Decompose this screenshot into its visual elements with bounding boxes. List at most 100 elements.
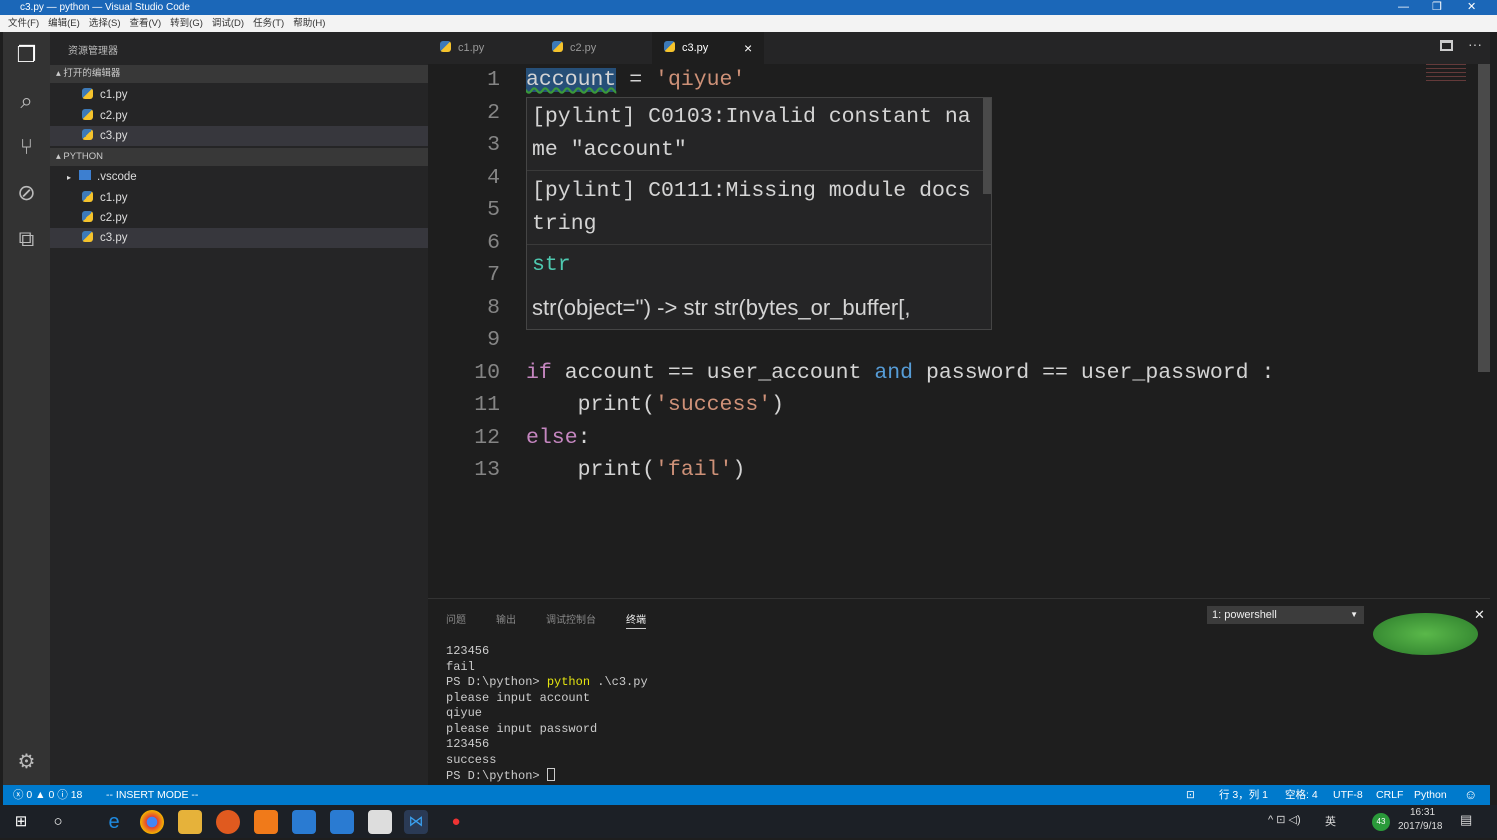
python-app-icon[interactable] bbox=[368, 810, 392, 834]
tab-output[interactable]: 输出 bbox=[496, 611, 516, 626]
menu-tasks[interactable]: 任务(T) bbox=[253, 18, 284, 29]
vscode-icon[interactable]: ⋈ bbox=[404, 810, 428, 834]
extensions-icon[interactable]: ⧉ bbox=[3, 219, 50, 259]
terminal-select[interactable]: 1: powershell ▼ bbox=[1207, 606, 1364, 624]
open-editor-c2[interactable]: c2.py bbox=[50, 106, 428, 126]
debug-icon[interactable]: ⊘ bbox=[3, 173, 50, 213]
file-c2[interactable]: c2.py bbox=[50, 208, 428, 228]
bottom-panel: 问题 输出 调试控制台 终端 123456 fail PS D:\python> p… bbox=[428, 598, 1490, 785]
tab-c3[interactable]: c3.py × bbox=[652, 32, 764, 64]
lint-message-1: [pylint] C0103:Invalid constant na bbox=[532, 105, 971, 129]
code-token: 'success' bbox=[655, 393, 772, 417]
chrome-icon[interactable] bbox=[140, 810, 164, 834]
terminal-line: please input password bbox=[446, 721, 598, 736]
code-token: ) bbox=[732, 458, 746, 482]
close-tab-icon[interactable]: × bbox=[744, 32, 752, 64]
folder-vscode[interactable]: ▸ .vscode bbox=[50, 167, 428, 187]
terminal-command: python bbox=[546, 675, 591, 689]
terminal-line: 123456 bbox=[446, 737, 490, 751]
hover-scrollbar[interactable] bbox=[983, 98, 991, 194]
menu-view[interactable]: 查看(V) bbox=[129, 18, 161, 29]
terminal-icon[interactable]: ⊡ bbox=[1186, 785, 1195, 805]
code-token: if bbox=[526, 360, 552, 385]
code-token: print( bbox=[526, 393, 656, 417]
code-line: if account == user_account and password … bbox=[526, 357, 1274, 389]
open-editors-header[interactable]: ▴ 打开的编辑器 bbox=[50, 65, 428, 83]
python-file-icon bbox=[440, 41, 451, 52]
search-icon[interactable]: ⌕ bbox=[3, 81, 50, 121]
window-app-icon[interactable] bbox=[292, 810, 316, 834]
line-ending[interactable]: CRLF bbox=[1376, 785, 1403, 805]
explorer-icon[interactable]: ❐ bbox=[3, 35, 50, 75]
ime-indicator[interactable]: 英 bbox=[1325, 813, 1336, 829]
close-window-button[interactable]: ✕ bbox=[1467, 0, 1476, 15]
problems-status[interactable]: ⓧ 0 ▲ 0 ⓘ 18 bbox=[13, 785, 82, 805]
status-bar: ⓧ 0 ▲ 0 ⓘ 18 -- INSERT MODE -- ⊡ 行 3，列 1… bbox=[3, 785, 1490, 805]
line-number: 9 bbox=[487, 328, 500, 352]
cursor-position[interactable]: 行 3，列 1 bbox=[1219, 785, 1268, 805]
code-token: print( bbox=[526, 458, 656, 482]
tab-c2[interactable]: c2.py bbox=[540, 32, 652, 64]
file-c1[interactable]: c1.py bbox=[50, 188, 428, 208]
code-token: and bbox=[874, 360, 914, 385]
python-file-icon bbox=[82, 129, 93, 140]
code-token: ) bbox=[771, 393, 785, 417]
terminal-select-value: 1: powershell bbox=[1212, 609, 1277, 621]
chevron-right-icon: ▸ bbox=[67, 173, 72, 182]
tray-chevron-icon[interactable]: ^ ⊡ ◁) bbox=[1268, 813, 1301, 826]
window-app-icon-2[interactable] bbox=[330, 810, 354, 834]
line-number: 11 bbox=[474, 393, 500, 417]
restore-button[interactable]: ❐ bbox=[1432, 0, 1442, 15]
edge-icon[interactable]: e bbox=[102, 810, 126, 834]
terminal-line: fail bbox=[446, 659, 475, 674]
security-badge[interactable]: 43 bbox=[1372, 813, 1390, 831]
line-number: 6 bbox=[487, 230, 500, 255]
menu-go[interactable]: 转到(G) bbox=[170, 18, 203, 29]
cortana-icon[interactable]: ○ bbox=[46, 810, 70, 834]
menu-help[interactable]: 帮助(H) bbox=[293, 18, 325, 29]
menu-selection[interactable]: 选择(S) bbox=[89, 18, 121, 29]
file-explorer-icon[interactable] bbox=[178, 810, 202, 834]
menu-edit[interactable]: 编辑(E) bbox=[48, 18, 80, 29]
minimize-button[interactable]: — bbox=[1398, 0, 1409, 15]
open-editor-c3[interactable]: c3.py bbox=[50, 126, 428, 146]
line-number: 10 bbox=[474, 360, 500, 385]
start-icon[interactable]: ⊞ bbox=[9, 810, 33, 834]
xampp-icon[interactable] bbox=[254, 810, 278, 834]
folder-icon bbox=[79, 170, 92, 180]
source-control-icon[interactable]: ⑂ bbox=[3, 127, 50, 167]
file-c3[interactable]: c3.py bbox=[50, 228, 428, 248]
app-icon[interactable] bbox=[216, 810, 240, 834]
code-line: account = 'qiyue' bbox=[526, 64, 745, 96]
menu-file[interactable]: 文件(F) bbox=[8, 18, 39, 29]
recorder-icon[interactable]: ● bbox=[444, 810, 468, 834]
file-label: c2.py bbox=[100, 110, 128, 122]
terminal-line: 123456 bbox=[446, 644, 490, 658]
tab-c1[interactable]: c1.py bbox=[428, 32, 540, 64]
indentation[interactable]: 空格: 4 bbox=[1285, 785, 1318, 805]
code-token: account == user_account bbox=[551, 360, 875, 385]
line-number: 4 bbox=[487, 165, 500, 190]
clock-date[interactable]: 2017/9/18 bbox=[1398, 821, 1443, 832]
tab-problems[interactable]: 问题 bbox=[446, 611, 466, 626]
line-number: 8 bbox=[487, 295, 500, 320]
editor-scrollbar[interactable] bbox=[1478, 64, 1490, 372]
split-editor-icon[interactable] bbox=[1440, 40, 1453, 51]
gear-icon[interactable]: ⚙ bbox=[3, 741, 50, 781]
file-label: c1.py bbox=[100, 192, 128, 204]
tab-debug-console[interactable]: 调试控制台 bbox=[546, 611, 596, 626]
menu-debug[interactable]: 调试(D) bbox=[212, 18, 244, 29]
tab-terminal[interactable]: 终端 bbox=[626, 611, 646, 629]
folder-header[interactable]: ▴ PYTHON bbox=[50, 148, 428, 166]
close-panel-icon[interactable]: ✕ bbox=[1474, 607, 1485, 623]
code-token: else bbox=[526, 425, 578, 450]
language-mode[interactable]: Python bbox=[1414, 785, 1447, 805]
open-editor-c1[interactable]: c1.py bbox=[50, 85, 428, 105]
more-actions-icon[interactable]: ··· bbox=[1468, 36, 1482, 52]
clock-time[interactable]: 16:31 bbox=[1410, 807, 1435, 818]
encoding[interactable]: UTF-8 bbox=[1333, 785, 1363, 805]
feedback-smiley-icon[interactable]: ☺ bbox=[1464, 785, 1477, 805]
windows-taskbar: ⊞ ○ e ⋈ ● ^ ⊡ ◁) 英 43 16:31 2017/9/18 ▤ bbox=[0, 805, 1497, 838]
minimap[interactable] bbox=[1426, 64, 1466, 84]
notification-icon[interactable]: ▤ bbox=[1460, 812, 1472, 828]
